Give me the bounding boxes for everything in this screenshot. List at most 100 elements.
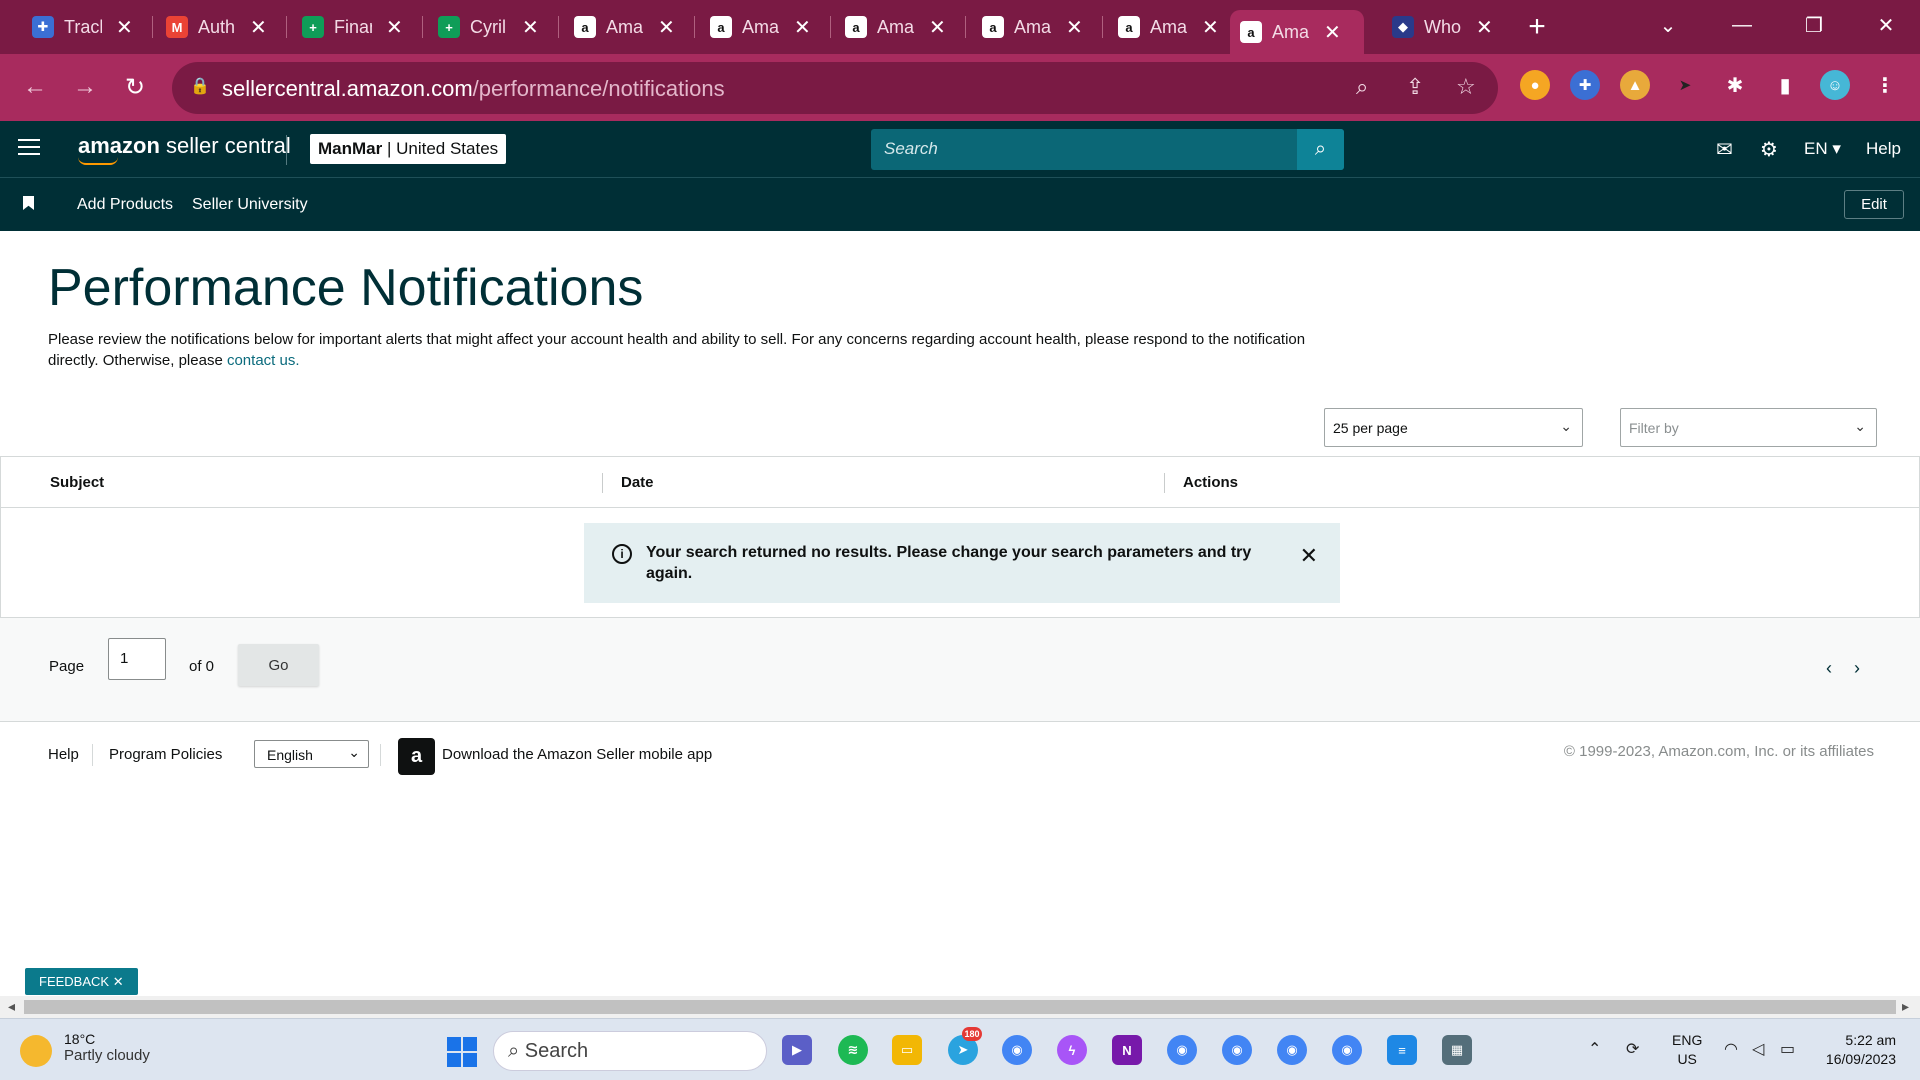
file-explorer-icon[interactable]: ▭ — [892, 1035, 922, 1065]
column-header-subject[interactable]: Subject — [50, 474, 104, 491]
horizontal-scrollbar[interactable]: ◂ ▸ — [0, 996, 1920, 1018]
minimize-icon[interactable]: — — [1712, 10, 1772, 40]
spotify-icon[interactable]: ≋ — [838, 1035, 868, 1065]
footer-language-select[interactable]: English ⌄ — [254, 740, 369, 768]
sync-icon[interactable]: ⟳ — [1626, 1039, 1639, 1059]
mail-icon[interactable]: ✉ — [1716, 137, 1733, 162]
footer-program-policies-link[interactable]: Program Policies — [109, 746, 222, 763]
zoom-icon[interactable]: ⌕ — [1356, 74, 1368, 100]
browser-tab[interactable]: a Ama ✕ — [972, 8, 1102, 46]
browser-tab[interactable]: M Auth ✕ — [156, 8, 286, 46]
input-language[interactable]: ENG US — [1672, 1031, 1702, 1069]
tab-title: Ama — [742, 16, 780, 37]
hamburger-menu-icon[interactable] — [18, 139, 40, 157]
nav-link-seller-university[interactable]: Seller University — [192, 196, 308, 214]
browser-tab[interactable]: ◆ Who ✕ — [1382, 8, 1512, 46]
contact-us-link[interactable]: contact us. — [227, 352, 300, 369]
address-bar[interactable]: 🔒 sellercentral.amazon.com/performance/n… — [172, 62, 1498, 114]
notepad-icon[interactable]: ≡ — [1387, 1035, 1417, 1065]
wifi-icon[interactable]: ◠ — [1724, 1039, 1738, 1059]
close-tab-icon[interactable]: ✕ — [794, 15, 811, 40]
bookmark-star-icon[interactable]: ☆ — [1456, 74, 1476, 100]
scroll-left-icon[interactable]: ◂ — [8, 998, 15, 1015]
tab-search-icon[interactable]: ⌄ — [1638, 10, 1698, 40]
close-tab-icon[interactable]: ✕ — [1476, 15, 1493, 40]
column-header-date[interactable]: Date — [621, 474, 654, 491]
extension-color-icon[interactable]: ● — [1520, 70, 1550, 100]
close-tab-icon[interactable]: ✕ — [658, 15, 675, 40]
chrome-icon[interactable]: ◉ — [1002, 1035, 1032, 1065]
page-number-input[interactable]: 1 — [108, 638, 166, 680]
nav-link-add-products[interactable]: Add Products — [77, 196, 173, 214]
chevron-down-icon: ⌄ — [348, 744, 360, 760]
new-tab-button[interactable]: + — [1520, 10, 1554, 44]
scroll-right-icon[interactable]: ▸ — [1902, 998, 1909, 1015]
chrome-profile-4-icon[interactable]: ◉ — [1332, 1035, 1362, 1065]
taskbar-search[interactable]: ⌕ Search — [493, 1031, 767, 1071]
close-tab-icon[interactable]: ✕ — [1324, 20, 1341, 45]
browser-menu-icon[interactable]: ⋮ — [1870, 70, 1900, 100]
messenger-icon[interactable]: ϟ — [1057, 1035, 1087, 1065]
download-app-link[interactable]: Download the Amazon Seller mobile app — [442, 746, 712, 763]
close-tab-icon[interactable]: ✕ — [250, 15, 267, 40]
reload-icon[interactable]: ↻ — [116, 68, 154, 106]
onenote-icon[interactable]: N — [1112, 1035, 1142, 1065]
gmail-icon: M — [166, 16, 188, 38]
bookmark-icon[interactable] — [23, 196, 34, 210]
feedback-button[interactable]: FEEDBACK ✕ — [25, 968, 138, 995]
windows-taskbar: 18°C Partly cloudy ⌕ Search ▶ ≋ ▭ ➤ 180 ◉… — [0, 1018, 1920, 1080]
seller-app-icon[interactable]: a — [398, 738, 435, 775]
windows-start-icon[interactable] — [447, 1037, 477, 1067]
restore-icon[interactable]: ❐ — [1784, 10, 1844, 40]
search-input[interactable]: Search — [871, 129, 1344, 170]
next-page-icon[interactable]: › — [1854, 658, 1860, 679]
account-switcher[interactable]: ManMar | United States — [310, 134, 507, 164]
browser-tab[interactable]: a Ama ✕ — [700, 8, 830, 46]
close-icon[interactable]: ✕ — [1300, 543, 1318, 569]
back-icon[interactable]: ← — [16, 68, 54, 106]
browser-tab[interactable]: a Ama ✕ — [564, 8, 694, 46]
extension-cake-icon[interactable]: ▲ — [1620, 70, 1650, 100]
chrome-profile-3-icon[interactable]: ◉ — [1277, 1035, 1307, 1065]
browser-tab[interactable]: ✚ Track ✕ — [22, 8, 152, 46]
extensions-puzzle-icon[interactable]: ✱ — [1720, 70, 1750, 100]
browser-tab[interactable]: a Ama ✕ — [1108, 8, 1238, 46]
extension-arrow-icon[interactable]: ➤ — [1670, 70, 1700, 100]
settings-gear-icon[interactable]: ⚙ — [1760, 137, 1778, 162]
forward-icon[interactable]: → — [66, 68, 104, 106]
side-panel-icon[interactable]: ▮ — [1770, 70, 1800, 100]
browser-tab[interactable]: + Cyril ✕ — [428, 8, 558, 46]
chrome-profile-2-icon[interactable]: ◉ — [1222, 1035, 1252, 1065]
battery-icon[interactable]: ▭ — [1780, 1039, 1795, 1059]
browser-tab[interactable]: a Ama ✕ — [835, 8, 965, 46]
language-selector[interactable]: EN ▾ — [1804, 139, 1841, 159]
close-tab-icon[interactable]: ✕ — [116, 15, 133, 40]
close-tab-icon[interactable]: ✕ — [522, 15, 539, 40]
system-clock[interactable]: 5:22 am 16/09/2023 — [1826, 1031, 1896, 1069]
close-tab-icon[interactable]: ✕ — [386, 15, 403, 40]
browser-tab[interactable]: a Ama ✕ — [1230, 10, 1364, 54]
meet-icon[interactable]: ▶ — [782, 1035, 812, 1065]
footer-help-link[interactable]: Help — [48, 746, 79, 763]
extension-cross-icon[interactable]: ✚ — [1570, 70, 1600, 100]
close-window-icon[interactable]: ✕ — [1856, 10, 1916, 40]
filter-select[interactable]: Filter by ⌄ — [1620, 408, 1877, 447]
weather-widget[interactable]: 18°C Partly cloudy — [20, 1031, 150, 1067]
previous-page-icon[interactable]: ‹ — [1826, 658, 1832, 679]
per-page-select[interactable]: 25 per page ⌄ — [1324, 408, 1583, 447]
close-tab-icon[interactable]: ✕ — [1066, 15, 1083, 40]
chrome-profile-1-icon[interactable]: ◉ — [1167, 1035, 1197, 1065]
close-tab-icon[interactable]: ✕ — [1202, 15, 1219, 40]
close-tab-icon[interactable]: ✕ — [929, 15, 946, 40]
profile-avatar[interactable]: ☺ — [1820, 70, 1850, 100]
search-button[interactable]: ⌕ — [1297, 129, 1344, 170]
calculator-icon[interactable]: ▦ — [1442, 1035, 1472, 1065]
chevron-up-icon[interactable]: ⌃ — [1588, 1039, 1601, 1059]
edit-bookmarks-button[interactable]: Edit — [1844, 190, 1904, 219]
volume-icon[interactable]: ◁ — [1752, 1039, 1764, 1059]
browser-tab[interactable]: + Finan ✕ — [292, 8, 422, 46]
seller-central-logo[interactable]: amazon seller central — [78, 133, 291, 165]
go-button[interactable]: Go — [238, 644, 319, 686]
help-link[interactable]: Help — [1866, 139, 1901, 159]
share-icon[interactable]: ⇪ — [1406, 74, 1424, 100]
